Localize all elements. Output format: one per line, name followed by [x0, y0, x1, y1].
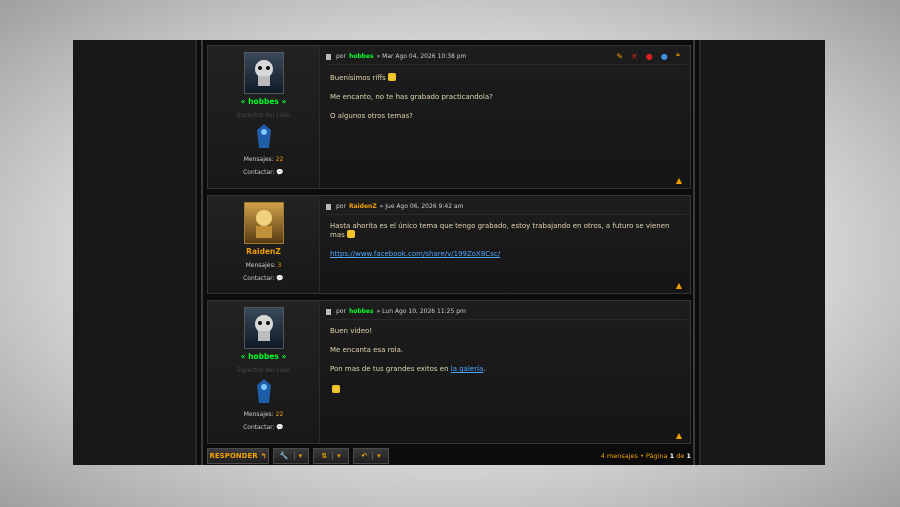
contact-field: Contactar: 💬 — [243, 424, 284, 431]
messages-field: Mensajes: 22 — [243, 156, 284, 163]
chat-icon[interactable]: 💬 — [276, 424, 283, 431]
user-rank: Espectro del cielo — [236, 112, 291, 119]
reply-button[interactable]: RESPONDER ↰ — [207, 448, 269, 464]
contact-field: Contactar: 💬 — [243, 169, 284, 176]
report-icon[interactable]: ● — [646, 52, 653, 61]
quick-reply-dropdown-button[interactable]: ↶ ▾ — [353, 448, 389, 464]
contact-field: Contactar: 💬 — [243, 275, 284, 282]
post-content: por RaidenZ » Jue Ago 06, 2026 9:42 am H… — [326, 196, 686, 293]
quote-icon[interactable]: ❝ — [676, 52, 680, 61]
post-date: » Mar Ago 04, 2026 10:38 pm — [376, 53, 467, 60]
chevron-down-icon: ▾ — [332, 452, 341, 460]
post-link[interactable]: https://www.facebook.com/share/v/199ZoX8… — [330, 250, 500, 258]
info-icon[interactable]: ● — [661, 52, 668, 61]
post-icon — [326, 203, 331, 210]
chat-icon[interactable]: 💬 — [276, 169, 283, 176]
post-author[interactable]: hobbes — [349, 308, 374, 315]
post-profile: « hobbes » Espectro del cielo Mensajes: … — [208, 301, 320, 443]
rank-icon — [255, 122, 273, 150]
user-rank: Espectro del cielo — [236, 367, 291, 374]
messages-field: Mensajes: 22 — [243, 411, 284, 418]
avatar[interactable] — [243, 202, 284, 244]
sort-icon: ⇅ — [321, 452, 328, 460]
post-header: por hobbes » Lun Ago 10, 2026 11:25 pm — [326, 304, 686, 320]
avatar[interactable] — [243, 307, 284, 349]
chevron-down-icon: ▾ — [372, 452, 381, 460]
edit-icon[interactable]: ✎ — [616, 52, 623, 61]
post-content: por hobbes » Lun Ago 10, 2026 11:25 pm B… — [326, 301, 686, 443]
post-body: Buenísimos riffs Me encanto, no te has g… — [330, 73, 493, 120]
messages-count[interactable]: 22 — [276, 411, 284, 418]
tools-dropdown-button[interactable]: 🔧 ▾ — [273, 448, 309, 464]
wrench-icon: 🔧 — [279, 452, 289, 460]
post-date: » Lun Ago 10, 2026 11:25 pm — [376, 308, 466, 315]
post-content: por hobbes » Mar Ago 04, 2026 10:38 pm ✎… — [326, 46, 686, 188]
post-body: Hasta ahorita es el único tema que tengo… — [330, 222, 670, 258]
post-tools: ✎ ✕ ● ● ❝ — [616, 52, 680, 61]
current-page[interactable]: 1 — [670, 452, 675, 460]
back-to-top-icon[interactable]: ▲ — [676, 431, 682, 440]
avatar[interactable] — [243, 52, 284, 94]
gallery-link[interactable]: la galería — [451, 365, 484, 373]
reply-icon: ↶ — [361, 452, 368, 460]
emoji-icon — [332, 385, 340, 393]
chat-icon[interactable]: 💬 — [276, 275, 283, 282]
sort-dropdown-button[interactable]: ⇅ ▾ — [313, 448, 349, 464]
username[interactable]: « hobbes » — [208, 97, 319, 106]
reply-arrow-icon: ↰ — [260, 452, 267, 460]
emoji-icon — [346, 230, 355, 238]
topic-actions-bar: RESPONDER ↰ 🔧 ▾ ⇅ ▾ ↶ ▾ 4 mensajes • Página… — [207, 448, 691, 464]
back-to-top-icon[interactable]: ▲ — [676, 281, 682, 290]
messages-count[interactable]: 3 — [278, 262, 282, 269]
post-header: por hobbes » Mar Ago 04, 2026 10:38 pm ✎… — [326, 49, 686, 65]
chevron-down-icon: ▾ — [293, 452, 302, 460]
delete-icon[interactable]: ✕ — [631, 52, 638, 61]
post-date: » Jue Ago 06, 2026 9:42 am — [379, 203, 464, 210]
post-icon — [326, 308, 331, 315]
post: « hobbes » Espectro del cielo Mensajes: … — [207, 45, 691, 189]
post-body: Buen video! Me encanta esa rola. Pon mas… — [326, 320, 686, 414]
post-profile: RaidenZ Mensajes: 3 Contactar: 💬 — [208, 196, 320, 293]
back-to-top-icon[interactable]: ▲ — [676, 176, 682, 185]
pagination: 4 mensajes • Página 1 de 1 — [600, 452, 691, 460]
post-profile: « hobbes » Espectro del cielo Mensajes: … — [208, 46, 320, 188]
post-author[interactable]: RaidenZ — [349, 203, 377, 210]
post-header: por RaidenZ » Jue Ago 06, 2026 9:42 am — [326, 199, 686, 215]
post: RaidenZ Mensajes: 3 Contactar: 💬 por Rai… — [207, 195, 691, 294]
total-pages: 1 — [686, 452, 691, 460]
username[interactable]: « hobbes » — [208, 352, 319, 361]
post-icon — [326, 53, 331, 60]
emoji-icon — [387, 73, 396, 81]
rank-icon — [255, 377, 273, 405]
username[interactable]: RaidenZ — [208, 247, 319, 256]
post-author[interactable]: hobbes — [349, 53, 374, 60]
post: « hobbes » Espectro del cielo Mensajes: … — [207, 300, 691, 444]
messages-count[interactable]: 22 — [276, 156, 284, 163]
messages-field: Mensajes: 3 — [245, 262, 282, 269]
